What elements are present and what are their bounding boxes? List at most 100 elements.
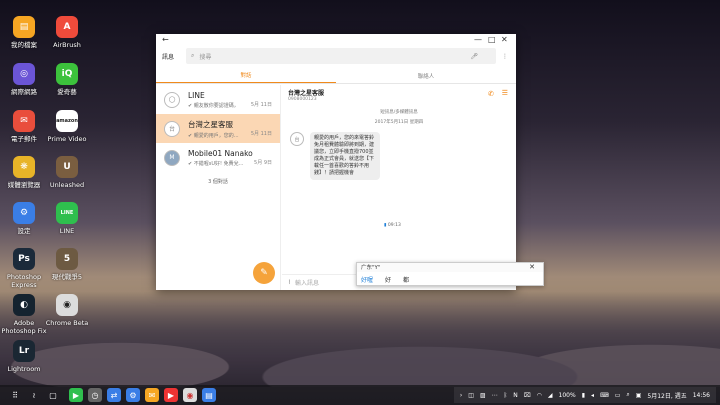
- gallery-icon[interactable]: ▨: [480, 392, 486, 399]
- chrome-icon[interactable]: ◉: [183, 388, 197, 402]
- date-divider: 2017年5月11日 星期四: [374, 120, 424, 125]
- window-titlebar[interactable]: ← — □ ✕: [156, 34, 516, 46]
- sim-icon: ▮: [384, 223, 387, 228]
- desktop-icon-11[interactable]: 5 現代戰爭5: [43, 248, 91, 281]
- close-icon[interactable]: ✕: [529, 263, 535, 271]
- message-bubble[interactable]: 親愛的用戶，您的來電答鈴免月租費體驗即將到期，建議您，立即手機直撥700並成為正…: [310, 132, 380, 180]
- app-icon: 5: [56, 248, 78, 270]
- conversation-name: Mobile01 Nanako: [188, 148, 253, 158]
- app-label: 愛奇藝: [57, 88, 77, 96]
- desktop-icon-1[interactable]: A AirBrush: [43, 16, 91, 49]
- notification-icon[interactable]: ▣: [636, 392, 642, 399]
- conversation-snippet: ✔ 不錯喔sU好! 免費兌...: [188, 160, 244, 167]
- desktop-icon-12[interactable]: ◐ Adobe Photoshop Fix: [0, 294, 48, 335]
- phone-icon[interactable]: ✆: [488, 90, 494, 98]
- messages-icon[interactable]: ✉: [145, 388, 159, 402]
- messages-window: ← — □ ✕ 訊息 ⌕ 搜尋 🎤︎ ⋮ 對話 聯絡人 ◯ LINE ✔ 親友散…: [156, 34, 516, 290]
- play-store-icon[interactable]: ▶: [69, 388, 83, 402]
- avatar: 台: [290, 132, 304, 146]
- menu-icon[interactable]: ☰: [502, 89, 508, 97]
- desktop-icon-2[interactable]: ◎ 網際網路: [0, 63, 48, 96]
- ime-candidate[interactable]: 都: [403, 275, 409, 284]
- chat-pane: 台灣之星客服 0908000123 ✆ ☰ 短訊息/多媒體訊息 2017年5月1…: [282, 85, 516, 290]
- search-placeholder: 搜尋: [199, 53, 212, 61]
- battery-icon: ▮: [581, 391, 586, 399]
- desktop-icon-5[interactable]: amazon Prime Video: [43, 110, 91, 143]
- app-icon: Lr: [13, 340, 35, 362]
- conversation-date: 5月 9日: [254, 160, 272, 166]
- mic-icon[interactable]: 🎤︎: [470, 53, 478, 60]
- desktop-icon-0[interactable]: ▤ 我的檔案: [0, 16, 48, 49]
- search-input[interactable]: ⌕ 搜尋 🎤︎ ⋮: [186, 48, 508, 64]
- ime-composition: 广东"Y": [361, 265, 381, 271]
- minimize-icon[interactable]: —: [474, 35, 482, 44]
- avatar: 台: [164, 120, 180, 137]
- ime-candidate[interactable]: 好喔: [361, 275, 373, 284]
- attach-icon[interactable]: ⌇: [288, 279, 291, 286]
- bluetooth-icon: ᛒ: [503, 391, 508, 399]
- clock-icon[interactable]: ◷: [88, 388, 102, 402]
- app-icon: ❋: [13, 156, 35, 178]
- settings-icon[interactable]: ⚙: [126, 388, 140, 402]
- maximize-icon[interactable]: □: [488, 35, 496, 44]
- app-label: 現代戰爭5: [51, 273, 83, 281]
- screenshot-icon[interactable]: ◫: [468, 392, 474, 399]
- home-icon[interactable]: ▢: [46, 388, 60, 402]
- tab-contacts[interactable]: 聯絡人: [336, 68, 516, 83]
- conversation-item[interactable]: 台 台灣之星客服 ✔ 親愛的用戶，您的... 5月 11日: [156, 114, 280, 143]
- cast-icon[interactable]: ▭: [615, 392, 621, 399]
- compose-icon: ✎: [260, 268, 268, 278]
- app-label: Unleashed: [49, 181, 85, 189]
- docs-icon[interactable]: ▤: [202, 388, 216, 402]
- conversation-item[interactable]: M Mobile01 Nanako ✔ 不錯喔sU好! 免費兌... 5月 9日: [156, 143, 280, 172]
- desktop-icon-9[interactable]: LINE LINE: [43, 202, 91, 235]
- app-label: 網際網路: [11, 88, 37, 96]
- app-label: Chrome Beta: [45, 319, 89, 327]
- compose-button[interactable]: ✎: [253, 262, 275, 284]
- signal-icon: ◢: [547, 391, 553, 399]
- desktop-icon-14[interactable]: Lr Lightroom: [0, 340, 48, 373]
- desktop-icon-6[interactable]: ❋ 媒體瀏覽器: [0, 156, 48, 189]
- battery-level: 100%: [558, 391, 576, 399]
- volume-icon[interactable]: ◂: [591, 392, 594, 399]
- app-icon: ✉: [13, 110, 35, 132]
- wifi-icon: ◠: [536, 391, 542, 399]
- translate-icon[interactable]: ⇄: [107, 388, 121, 402]
- desktop-icon-10[interactable]: Ps Photoshop Express: [0, 248, 48, 289]
- more-icon[interactable]: ⋯: [492, 392, 498, 399]
- more-menu-icon[interactable]: ⋮: [502, 53, 508, 60]
- app-icon: Ps: [13, 248, 35, 270]
- conversation-snippet: ✔ 親愛的用戶，您的...: [188, 132, 239, 139]
- ime-candidate[interactable]: 好: [385, 275, 391, 284]
- keyboard-icon[interactable]: ⌨: [600, 392, 609, 399]
- conversation-date: 5月 11日: [250, 131, 272, 137]
- app-icon: A: [56, 16, 78, 38]
- app-icon: ▤: [13, 16, 35, 38]
- expand-tray-icon[interactable]: ›: [460, 392, 462, 399]
- desktop-icon-7[interactable]: U Unleashed: [43, 156, 91, 189]
- desktop-icon-4[interactable]: ✉ 電子郵件: [0, 110, 48, 143]
- message-input-placeholder: 輸入訊息: [294, 280, 319, 287]
- conversation-item[interactable]: ◯ LINE ✔ 親友散你要認證碼， 5月 11日: [156, 85, 280, 114]
- youtube-icon[interactable]: ▶: [164, 388, 178, 402]
- search-icon[interactable]: ⌕: [626, 391, 629, 399]
- app-icon: ◎: [13, 63, 35, 85]
- desktop-icon-13[interactable]: ◉ Chrome Beta: [43, 294, 91, 327]
- tab-conversations[interactable]: 對話: [156, 68, 336, 83]
- app-label: LINE: [59, 227, 75, 235]
- close-icon[interactable]: ✕: [501, 35, 508, 44]
- desktop-icon-3[interactable]: iQ 愛奇藝: [43, 63, 91, 96]
- conversation-name: LINE: [188, 90, 205, 100]
- app-label: Lightroom: [7, 365, 41, 373]
- conversation-list: ◯ LINE ✔ 親友散你要認證碼， 5月 11日 台 台灣之星客服 ✔ 親愛的…: [156, 85, 281, 290]
- app-label: Photoshop Express: [6, 273, 42, 289]
- desktop-icon-8[interactable]: ⚙ 設定: [0, 202, 48, 235]
- app-label: 媒體瀏覽器: [7, 181, 41, 189]
- wallpaper-mountains: [0, 277, 720, 387]
- recent-apps-icon[interactable]: ≀: [27, 388, 41, 402]
- conversation-snippet: ✔ 親友散你要認證碼，: [188, 102, 239, 109]
- back-arrow-icon[interactable]: ←: [162, 35, 169, 44]
- apps-grid-icon[interactable]: ⠿: [8, 388, 22, 402]
- app-label: Adobe Photoshop Fix: [1, 319, 47, 335]
- app-icon: LINE: [56, 202, 78, 224]
